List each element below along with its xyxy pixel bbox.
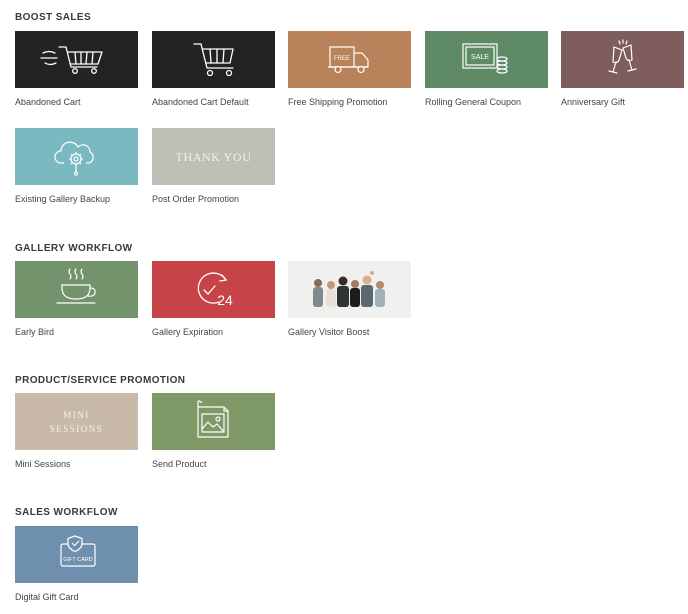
card-existing-gallery-backup[interactable]: Existing Gallery Backup (15, 128, 138, 204)
thumb-free-shipping-promotion: FREE (288, 31, 411, 88)
thumb-post-order-promotion: THANK YOU (152, 128, 275, 185)
card-label: Post Order Promotion (152, 194, 240, 204)
sale-icon-text: SALE (471, 54, 489, 61)
clock-24-icon: 24 (197, 272, 233, 308)
thumb-abandoned-cart (15, 31, 138, 88)
thumb-early-bird (15, 261, 138, 318)
thumb-rolling-general-coupon: SALE (425, 31, 548, 88)
card-abandoned-cart-default[interactable]: Abandoned Cart Default (152, 31, 275, 107)
section-title-sales-workflow: SALES WORKFLOW (15, 507, 118, 518)
card-digital-gift-card[interactable]: GIFT CARD Digital Gift Card (15, 526, 138, 602)
card-anniversary-gift[interactable]: Anniversary Gift (561, 31, 684, 107)
card-early-bird[interactable]: Early Bird (15, 261, 138, 337)
photo-print-icon (197, 400, 229, 438)
people-photo-icon (313, 271, 385, 307)
section-title-boost-sales: BOOST SALES (15, 12, 92, 23)
card-gallery-expiration[interactable]: 24 Gallery Expiration (152, 261, 275, 337)
champagne-icon (608, 39, 637, 74)
thumb-abandoned-cart-default (152, 31, 275, 88)
thumb-existing-gallery-backup (15, 128, 138, 185)
card-free-shipping-promotion[interactable]: FREE Free Shipping Promotion (288, 31, 411, 107)
card-label: Gallery Expiration (152, 327, 224, 337)
card-label: Rolling General Coupon (425, 97, 522, 107)
thumb-gallery-expiration: 24 (152, 261, 275, 318)
section-title-gallery-workflow: GALLERY WORKFLOW (15, 243, 133, 254)
thank-you-text: THANK YOU (175, 149, 252, 164)
card-mini-sessions[interactable]: MINI SESSIONS Mini Sessions (15, 393, 138, 469)
truck-icon-text: FREE (334, 56, 350, 62)
thumb-mini-sessions: MINI SESSIONS (15, 393, 138, 450)
fast-cart-icon (40, 46, 103, 74)
card-rolling-general-coupon[interactable]: SALE Rolling General Coupon (425, 31, 548, 107)
sale-coupon-icon: SALE (462, 43, 508, 74)
cart-icon (193, 43, 234, 77)
cloud-gear-icon (54, 141, 94, 176)
mini-sessions-text-line-1: MINI (63, 409, 90, 420)
section-title-product-service-promotion: PRODUCT/SERVICE PROMOTION (15, 375, 186, 386)
mini-sessions-text: MINI SESSIONS (15, 393, 138, 450)
thumb-digital-gift-card: GIFT CARD (15, 526, 138, 583)
card-label: Digital Gift Card (15, 592, 79, 602)
card-post-order-promotion[interactable]: THANK YOU Post Order Promotion (152, 128, 275, 204)
thumb-send-product (152, 393, 275, 450)
mini-sessions-text-line-2: SESSIONS (49, 423, 104, 434)
card-abandoned-cart[interactable]: Abandoned Cart (15, 31, 138, 107)
card-gallery-visitor-boost[interactable]: Gallery Visitor Boost (288, 261, 411, 337)
coffee-cup-icon (56, 268, 96, 304)
card-send-product[interactable]: Send Product (152, 393, 275, 469)
clock-24-text: 24 (217, 292, 233, 308)
gift-card-icon: GIFT CARD (60, 535, 96, 567)
card-label: Anniversary Gift (561, 97, 626, 107)
card-label: Send Product (152, 459, 207, 469)
card-label: Early Bird (15, 327, 55, 337)
gift-card-text: GIFT CARD (63, 557, 93, 563)
card-label: Gallery Visitor Boost (288, 327, 370, 337)
truck-icon: FREE (328, 46, 369, 74)
card-label: Existing Gallery Backup (15, 194, 111, 204)
thumb-anniversary-gift (561, 31, 684, 88)
card-label: Mini Sessions (15, 459, 71, 469)
thumb-gallery-visitor-boost (288, 261, 411, 318)
card-label: Free Shipping Promotion (288, 97, 388, 107)
card-label: Abandoned Cart Default (152, 97, 249, 107)
card-label: Abandoned Cart (15, 97, 81, 107)
